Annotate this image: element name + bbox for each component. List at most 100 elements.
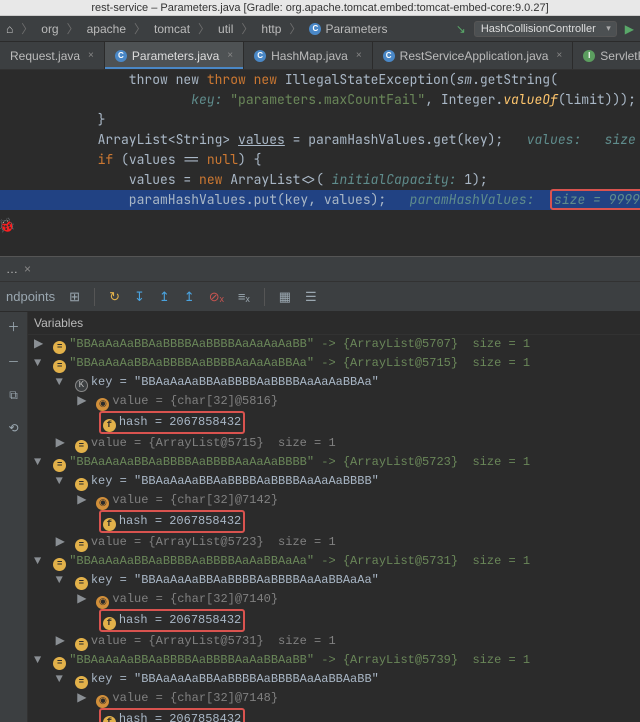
link-icon[interactable]: ⟲ [8, 421, 18, 435]
tree-item[interactable]: fhash = 2067858432 [34, 609, 640, 632]
expand-icon[interactable]: ▶ [56, 632, 68, 651]
run-config-selector[interactable]: HashCollisionController [474, 21, 617, 37]
crumb-org[interactable]: org [41, 22, 58, 36]
field-icon: ◉ [96, 497, 109, 510]
collapse-icon[interactable]: ▼ [34, 354, 46, 373]
map-entry[interactable]: ▼ ="BBAaAaAaBBAaBBBBAaBBBBAaAaAaBBAa" ->… [34, 354, 640, 373]
settings-icon[interactable]: ▦ [279, 289, 291, 305]
tree-item[interactable]: ▶ ◉value = {char[32]@5816} [34, 392, 640, 411]
code-text [4, 91, 191, 108]
crumb-util[interactable]: util [218, 22, 233, 36]
class-icon: C [115, 50, 127, 62]
close-icon[interactable]: × [88, 50, 94, 61]
map-entry[interactable]: ▶ ="BBAaAaAaBBAaBBBBAaBBBBAaAaAaAaBB" ->… [34, 335, 640, 354]
chevron-right-icon: 〉 [17, 20, 37, 37]
step-into-icon[interactable]: ↥ [159, 289, 170, 305]
debug-toolbar: ndpoints ⊞ ↻ ↧ ↥ ↥ ⊘ₓ ≡ₓ ▦ ☰ [0, 282, 640, 312]
hash-value: hash = 2067858432 [119, 712, 241, 722]
code-text: paramHashValues.put(key, [4, 191, 324, 208]
home-icon[interactable]: ⌂ [6, 22, 13, 36]
tab-hashmap[interactable]: CHashMap.java× [244, 42, 373, 69]
crumb-class[interactable]: Parameters [325, 22, 387, 36]
tree-item[interactable]: ▶ =value = {ArrayList@5731} size = 1 [34, 632, 640, 651]
tab-label: ServletRequest.java [600, 49, 640, 63]
tree-item[interactable]: ▶ =value = {ArrayList@5723} size = 1 [34, 533, 640, 552]
map-entry[interactable]: ▼ ="BBAaAaAaBBAaBBBBAaBBBBAaAaAaBBBB" ->… [34, 453, 640, 472]
tab-restapp[interactable]: CRestServiceApplication.java× [373, 42, 574, 69]
endpoints-label[interactable]: ndpoints [6, 289, 55, 304]
more-icon[interactable]: ☰ [305, 289, 317, 305]
restart-icon[interactable]: ↻ [109, 289, 120, 305]
field-icon: f [103, 617, 116, 630]
map-entry[interactable]: ▼ ="BBAaAaAaBBAaBBBBAaBBBBAaAaBBAaAa" ->… [34, 552, 640, 571]
step-out-icon[interactable]: ↥ [184, 289, 195, 305]
crumb-http[interactable]: http [261, 22, 281, 36]
tree-item[interactable]: ▶ ◉value = {char[32]@7142} [34, 491, 640, 510]
tab-parameters[interactable]: CParameters.java× [105, 42, 244, 69]
tree-item[interactable]: ▶ ◉value = {char[32]@7148} [34, 689, 640, 708]
close-icon[interactable]: × [356, 50, 362, 61]
close-icon[interactable]: × [556, 50, 562, 61]
class-icon: C [309, 23, 321, 35]
expand-icon[interactable]: ▶ [77, 392, 89, 411]
debug-tool-tab[interactable]: … × [0, 256, 640, 282]
breakpoint-icon[interactable]: 🐞 [0, 216, 15, 236]
breadcrumb: ⌂ 〉 org 〉 apache 〉 tomcat 〉 util 〉 http … [0, 16, 640, 42]
evaluate-icon[interactable]: ≡ₓ [238, 289, 250, 304]
variables-pane: ＋ － ⧉ ⟲ Variables ▶ ="BBAaAaAaBBAaBBBBAa… [0, 312, 640, 722]
expand-icon[interactable]: ▶ [56, 434, 68, 453]
layout-icon[interactable]: ⊞ [69, 289, 80, 305]
collapse-icon[interactable]: ▼ [34, 552, 46, 571]
remove-watch-icon[interactable]: － [7, 353, 19, 370]
crumb-tomcat[interactable]: tomcat [154, 22, 190, 36]
crumb-apache[interactable]: apache [87, 22, 126, 36]
expand-icon[interactable]: ▶ [77, 491, 89, 510]
expand-icon[interactable]: ▶ [77, 590, 89, 609]
tab-label: RestServiceApplication.java [400, 49, 549, 63]
close-icon[interactable]: × [24, 262, 31, 276]
build-icon[interactable]: ↘ [456, 22, 466, 36]
step-over-icon[interactable]: ↧ [134, 289, 145, 305]
entry-text: "BBAaAaAaBBAaBBBBAaBBBBAaAaAaAaBB" -> {A… [69, 337, 530, 351]
collapse-icon[interactable]: ▼ [34, 651, 46, 670]
tab-servlet[interactable]: IServletRequest.java [573, 42, 640, 69]
chevron-right-icon: 〉 [237, 20, 257, 37]
chevron-right-icon: 〉 [130, 20, 150, 37]
tree-item[interactable]: ▼ =key = "BBAaAaAaBBAaBBBBAaBBBBAaAaBBAa… [34, 571, 640, 590]
code-text: } [0, 110, 640, 130]
tree-item[interactable]: fhash = 2067858432 [34, 411, 640, 434]
code-text [4, 151, 98, 168]
mute-breakpoints-icon[interactable]: ⊘ₓ [209, 289, 224, 305]
copy-icon[interactable]: ⧉ [9, 388, 18, 403]
tree-item[interactable]: fhash = 2067858432 [34, 510, 640, 533]
entry-text: "BBAaAaAaBBAaBBBBAaBBBBAaAaAaBBAa" -> {A… [69, 356, 530, 370]
code-text: .getString( [472, 71, 558, 88]
tree-item[interactable]: ▼ Kkey = "BBAaAaAaBBAaBBBBAaBBBBAaAaAaBB… [34, 373, 640, 392]
code-text: values [238, 131, 285, 148]
collapse-icon[interactable]: ▼ [56, 571, 68, 590]
close-icon[interactable]: × [227, 50, 233, 61]
code-text: ArrayList<String> [4, 131, 238, 148]
code-text: "parameters.maxCountFail" [230, 91, 425, 108]
add-watch-icon[interactable]: ＋ [7, 318, 19, 335]
tree-item[interactable]: ▶ ◉value = {char[32]@7140} [34, 590, 640, 609]
tree-item[interactable]: ▶ =value = {ArrayList@5715} size = 1 [34, 434, 640, 453]
expand-icon[interactable]: ▶ [34, 335, 46, 354]
collapse-icon[interactable]: ▼ [56, 670, 68, 689]
code-editor[interactable]: 🐞 throw new throw new IllegalStateExcept… [0, 70, 640, 256]
hash-value: hash = 2067858432 [119, 415, 241, 429]
tree-item[interactable]: fhash = 2067858432 [34, 708, 640, 722]
tab-request[interactable]: Request.java× [0, 42, 105, 69]
collapse-icon[interactable]: ▼ [56, 472, 68, 491]
expand-icon[interactable]: ▶ [77, 689, 89, 708]
collapse-icon[interactable]: ▼ [56, 373, 68, 392]
tab-label: HashMap.java [271, 49, 348, 63]
run-button[interactable]: ▶ [625, 22, 634, 36]
tree-item[interactable]: ▼ =key = "BBAaAaAaBBAaBBBBAaBBBBAaAaBBAa… [34, 670, 640, 689]
tree-item[interactable]: ▼ =key = "BBAaAaAaBBAaBBBBAaBBBBAaAaAaBB… [34, 472, 640, 491]
expand-icon[interactable]: ▶ [56, 533, 68, 552]
field-icon: ◉ [96, 596, 109, 609]
variables-tree[interactable]: ▶ ="BBAaAaAaBBAaBBBBAaBBBBAaAaAaAaBB" ->… [0, 335, 640, 722]
collapse-icon[interactable]: ▼ [34, 453, 46, 472]
map-entry[interactable]: ▼ ="BBAaAaAaBBAaBBBBAaBBBBAaAaBBAaBB" ->… [34, 651, 640, 670]
